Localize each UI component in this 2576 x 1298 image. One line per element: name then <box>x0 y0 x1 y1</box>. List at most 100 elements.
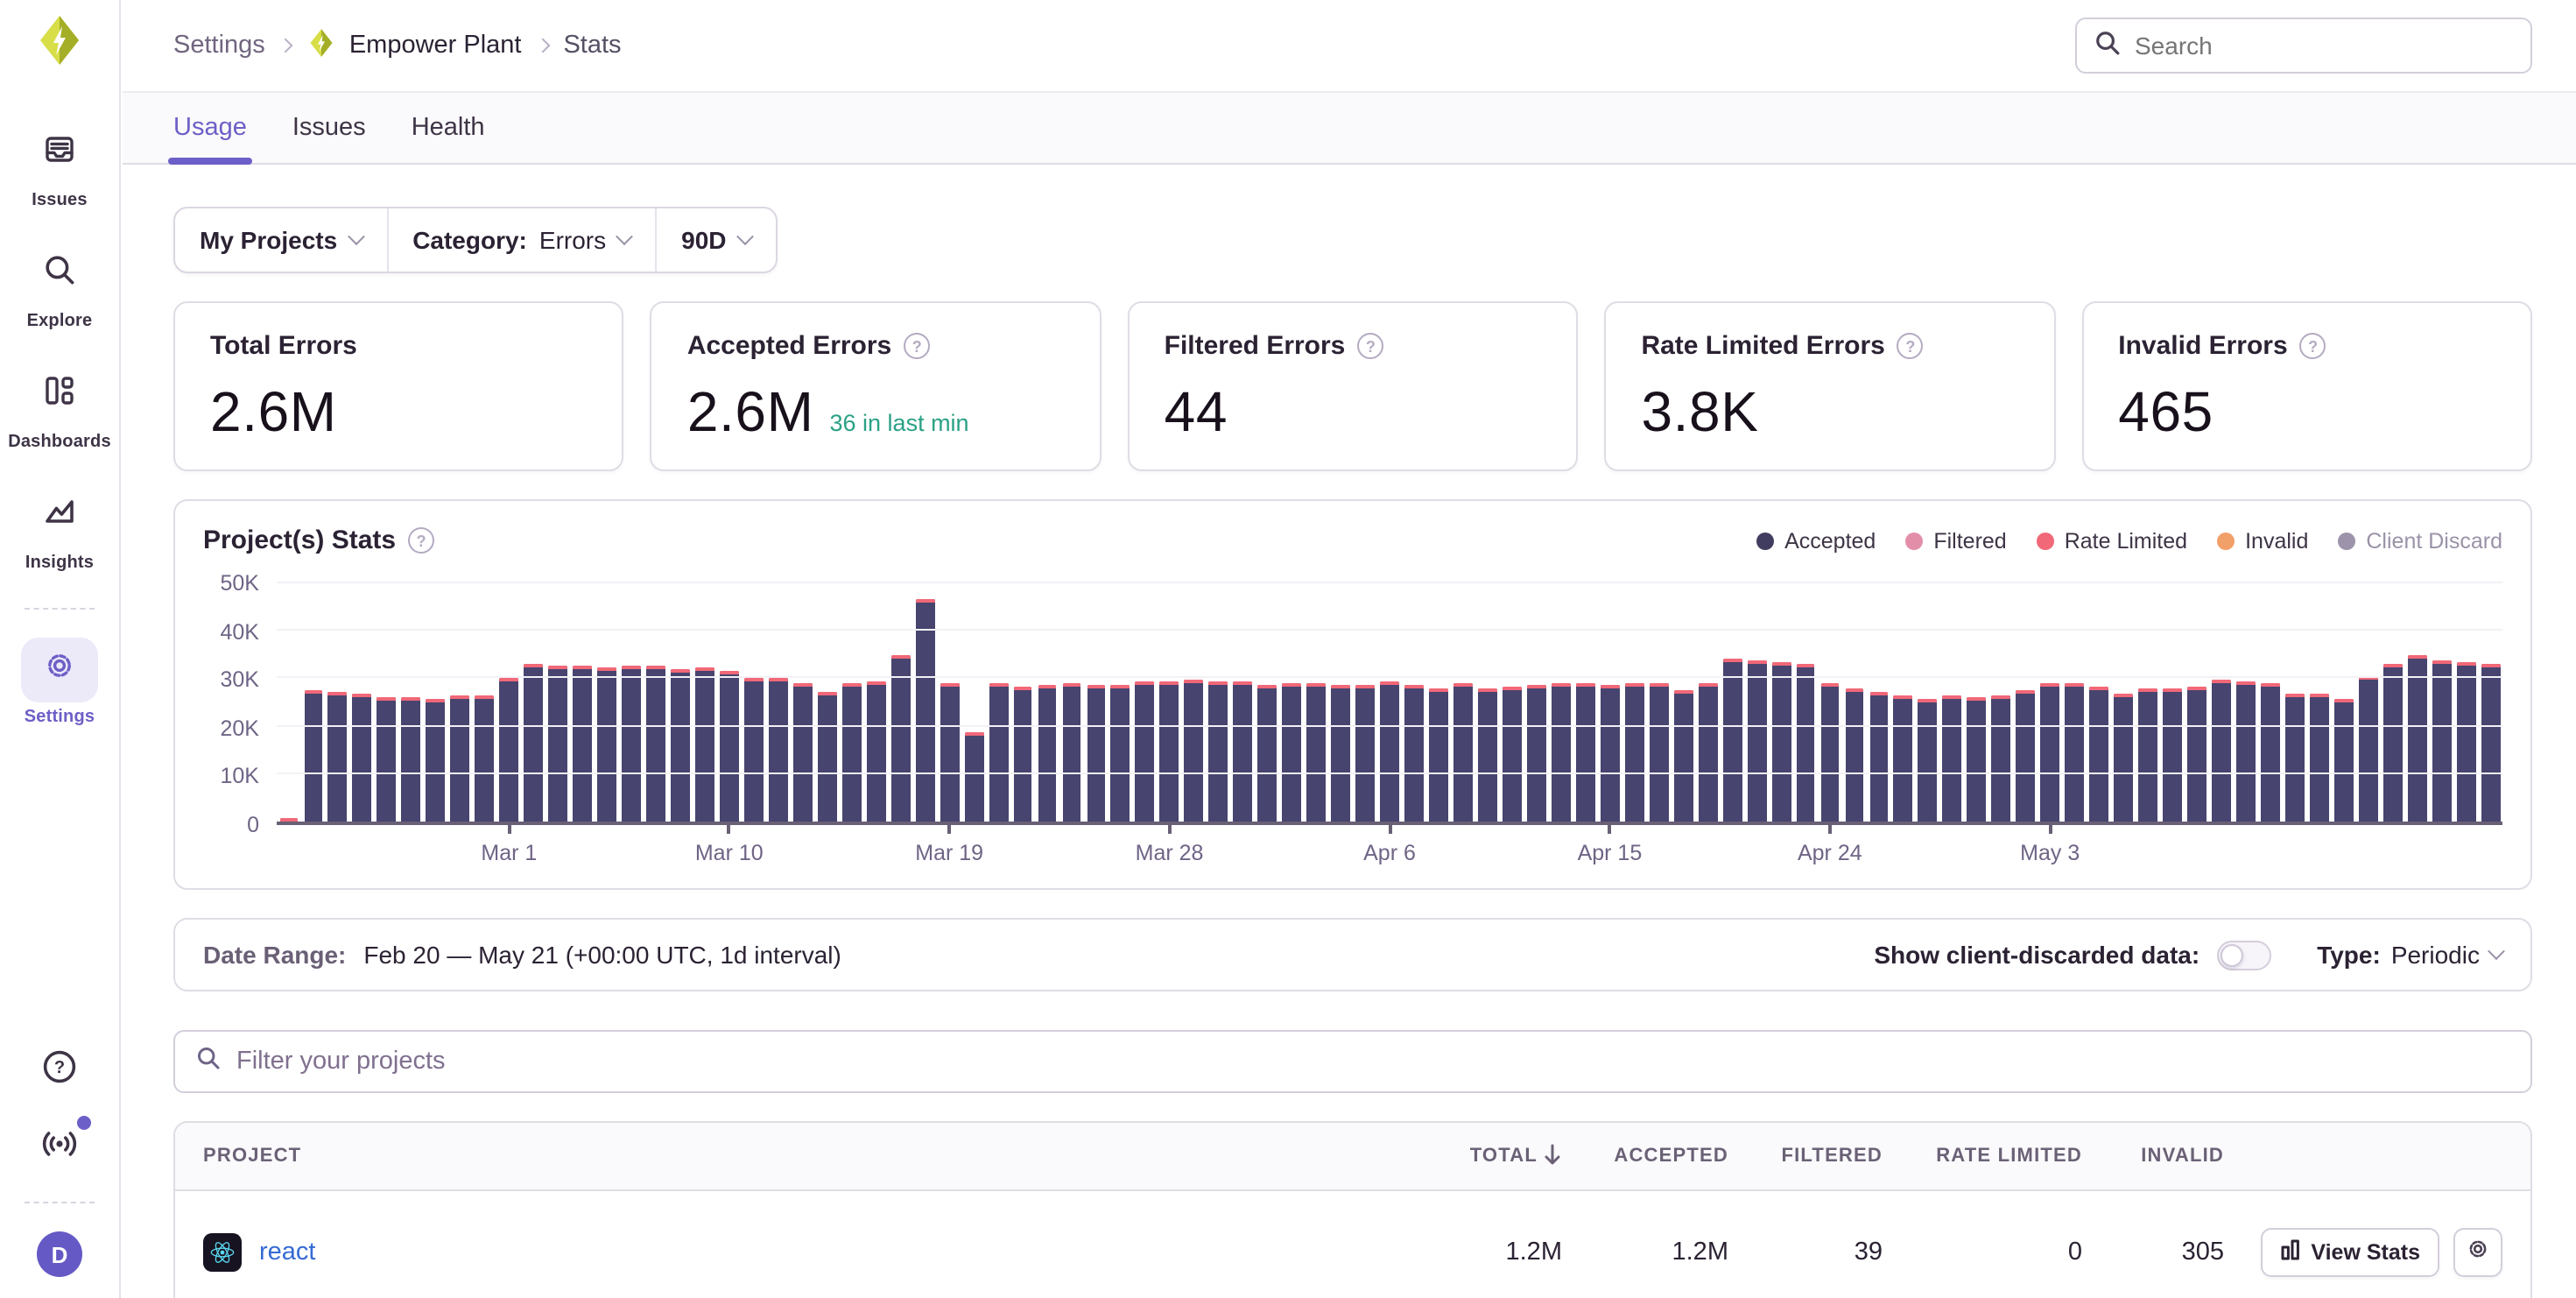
chart-bar[interactable] <box>1256 583 1280 822</box>
chart-bar[interactable] <box>1695 583 1720 822</box>
chart-bar[interactable] <box>1158 583 1182 822</box>
column-header-total[interactable]: TOTAL <box>1369 1143 1562 1169</box>
chart-bar[interactable] <box>1207 583 1231 822</box>
chart-bar[interactable] <box>742 583 766 822</box>
chart-bar[interactable] <box>1475 583 1500 822</box>
projects-filter-dropdown[interactable]: My Projects <box>175 208 386 272</box>
chart-bar[interactable] <box>1426 583 1451 822</box>
chart-bar[interactable] <box>1769 583 1793 822</box>
chart-bar[interactable] <box>326 583 350 822</box>
column-header-project[interactable]: PROJECT <box>203 1146 1369 1167</box>
project-link[interactable]: react <box>259 1238 316 1266</box>
view-stats-button[interactable]: View Stats <box>2260 1227 2439 1276</box>
chart-bar[interactable] <box>2405 583 2430 822</box>
chart-bar[interactable] <box>2453 583 2478 822</box>
chart-bar[interactable] <box>1671 583 1695 822</box>
chart-bar[interactable] <box>2014 583 2038 822</box>
chart-bar[interactable] <box>864 583 889 822</box>
help-circle-icon[interactable]: ? <box>408 527 434 554</box>
chart-bar[interactable] <box>1059 583 1084 822</box>
chart-bar[interactable] <box>1940 583 1965 822</box>
tab-issues[interactable]: Issues <box>292 93 366 163</box>
broadcasts-button[interactable] <box>39 1123 81 1170</box>
sidebar-item-settings[interactable]: Settings <box>21 638 98 727</box>
chart-bar[interactable] <box>277 583 301 822</box>
chart-bar[interactable] <box>2062 583 2087 822</box>
chart-bar[interactable] <box>1524 583 1549 822</box>
chart-bar[interactable] <box>570 583 595 822</box>
org-logo-icon[interactable] <box>33 14 86 75</box>
chart-bar[interactable] <box>595 583 619 822</box>
chart-bar[interactable] <box>1720 583 1744 822</box>
help-button[interactable]: ? <box>40 1048 79 1095</box>
chart-bar[interactable] <box>2087 583 2111 822</box>
chart-bar[interactable] <box>1500 583 1524 822</box>
help-circle-icon[interactable]: ? <box>1897 333 1924 359</box>
chart-bar[interactable] <box>2234 583 2258 822</box>
chart-bar[interactable] <box>1891 583 1916 822</box>
chart-bar[interactable] <box>424 583 448 822</box>
period-filter-dropdown[interactable]: 90D <box>655 208 775 272</box>
help-circle-icon[interactable]: ? <box>1357 333 1383 359</box>
legend-invalid[interactable]: Invalid <box>2217 528 2308 553</box>
chart-bar[interactable] <box>2283 583 2307 822</box>
chart-bar[interactable] <box>644 583 668 822</box>
chart-bar[interactable] <box>2478 583 2502 822</box>
help-circle-icon[interactable]: ? <box>904 333 930 359</box>
chart-bar[interactable] <box>961 583 986 822</box>
chart-bar[interactable] <box>2430 583 2454 822</box>
column-header-invalid[interactable]: INVALID <box>2082 1146 2224 1167</box>
chart-bar[interactable] <box>1744 583 1769 822</box>
help-circle-icon[interactable]: ? <box>2300 333 2326 359</box>
chart-bar[interactable] <box>545 583 570 822</box>
chart-bar[interactable] <box>496 583 521 822</box>
chart-bar[interactable] <box>1549 583 1573 822</box>
chart-bar[interactable] <box>1867 583 1891 822</box>
chart-bar[interactable] <box>1377 583 1402 822</box>
chart-bar[interactable] <box>1573 583 1598 822</box>
chart-bar[interactable] <box>1353 583 1377 822</box>
sidebar-item-insights[interactable]: Insights <box>21 483 98 573</box>
chart-bar[interactable] <box>2038 583 2063 822</box>
chart-bar[interactable] <box>1109 583 1133 822</box>
chart-bar[interactable] <box>1010 583 1035 822</box>
project-filter-box[interactable] <box>173 1030 2532 1093</box>
project-filter-input[interactable] <box>236 1048 2509 1076</box>
chart-bar[interactable] <box>693 583 717 822</box>
chart-bar[interactable] <box>2381 583 2405 822</box>
column-header-rate-limited[interactable]: RATE LIMITED <box>1883 1146 2082 1167</box>
client-discard-toggle[interactable] <box>2217 940 2271 970</box>
chart-bar[interactable] <box>766 583 791 822</box>
chart-bar[interactable] <box>668 583 693 822</box>
chart-bar[interactable] <box>2332 583 2356 822</box>
breadcrumb-stats[interactable]: Stats <box>563 32 621 60</box>
user-avatar[interactable]: D <box>37 1231 82 1277</box>
chart-bar[interactable] <box>986 583 1010 822</box>
legend-accepted[interactable]: Accepted <box>1756 528 1876 553</box>
search-input[interactable] <box>2135 32 2513 60</box>
tab-health[interactable]: Health <box>412 93 485 163</box>
chart-bar[interactable] <box>1598 583 1622 822</box>
chart-bar[interactable] <box>2258 583 2283 822</box>
chart-bar[interactable] <box>1279 583 1304 822</box>
chart-bar[interactable] <box>1842 583 1867 822</box>
chart-bar[interactable] <box>717 583 742 822</box>
sidebar-item-issues[interactable]: Issues <box>21 121 98 210</box>
chart-bar[interactable] <box>473 583 497 822</box>
chart-bar[interactable] <box>815 583 840 822</box>
chart-bar[interactable] <box>1328 583 1353 822</box>
chart-bar[interactable] <box>1182 583 1207 822</box>
chart-bar[interactable] <box>1304 583 1328 822</box>
chart-bar[interactable] <box>840 583 864 822</box>
chart-bar[interactable] <box>1965 583 1989 822</box>
chart-bar[interactable] <box>791 583 815 822</box>
column-header-filtered[interactable]: FILTERED <box>1728 1146 1883 1167</box>
chart-bar[interactable] <box>350 583 375 822</box>
project-settings-button[interactable] <box>2453 1227 2502 1276</box>
breadcrumb-settings[interactable]: Settings <box>173 32 265 60</box>
chart-bar[interactable] <box>2209 583 2234 822</box>
chart-bar[interactable] <box>1231 583 1256 822</box>
chart-bar[interactable] <box>521 583 545 822</box>
chart-bar[interactable] <box>2160 583 2185 822</box>
chart-bar[interactable] <box>2185 583 2209 822</box>
